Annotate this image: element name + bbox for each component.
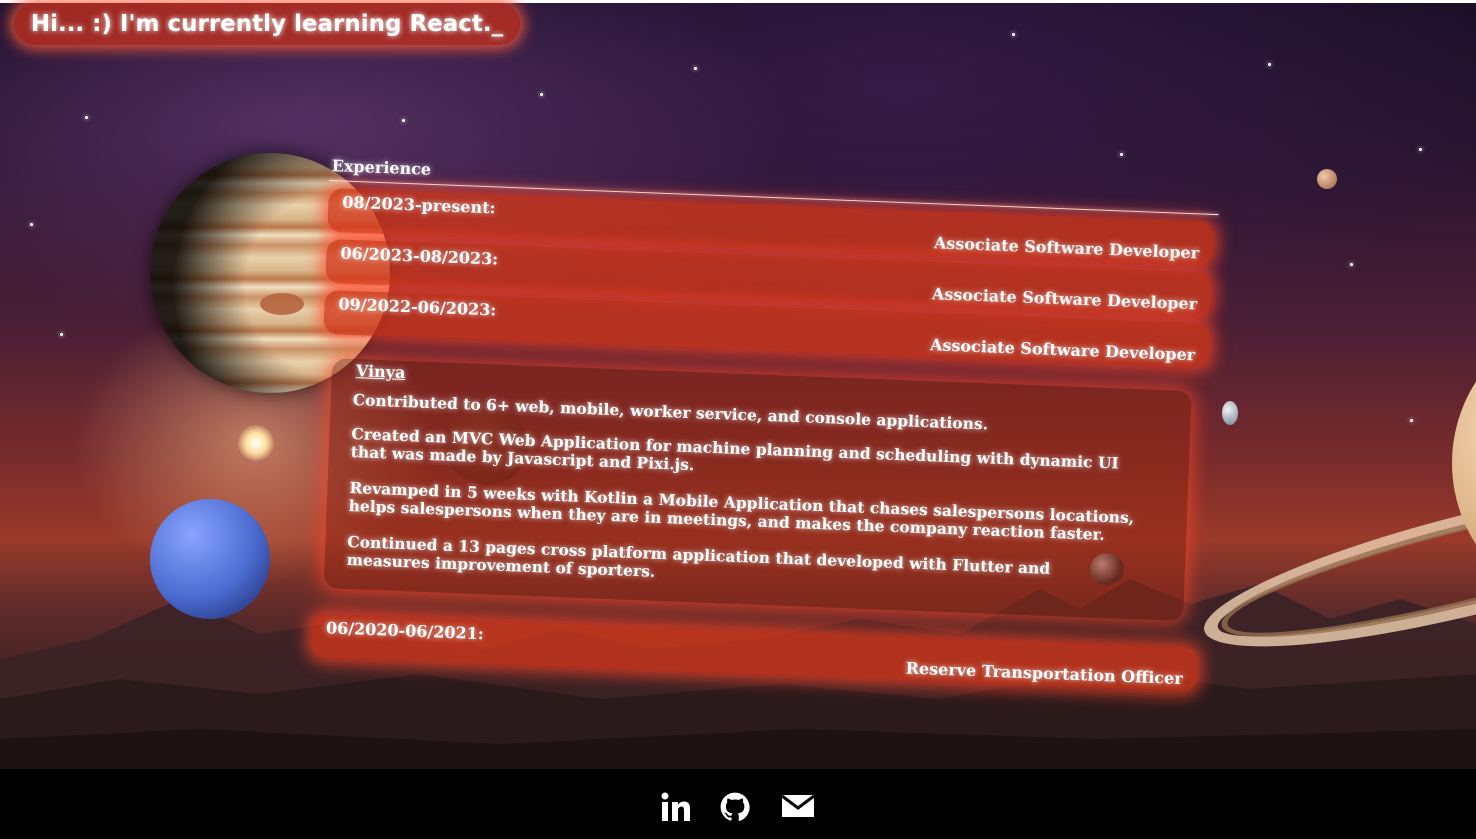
- star: [540, 93, 543, 96]
- distant-sun: [238, 425, 274, 461]
- small-moon: [1317, 169, 1337, 189]
- star: [694, 67, 697, 70]
- star: [1268, 63, 1271, 66]
- job-role: Associate Software Developer: [931, 284, 1198, 314]
- job-date: 09/2022-06/2023:: [338, 294, 497, 320]
- experience-section: Experience 08/2023-present: Associate So…: [310, 156, 1219, 714]
- job-role: Associate Software Developer: [929, 335, 1196, 365]
- company-link[interactable]: Vinya: [356, 361, 406, 382]
- linkedin-icon[interactable]: [660, 791, 692, 823]
- great-red-spot: [260, 293, 304, 315]
- job-role: Reserve Transportation Officer: [905, 658, 1184, 689]
- mail-icon[interactable]: [780, 791, 816, 821]
- neptune-planet: [150, 499, 270, 619]
- star: [60, 333, 63, 336]
- star: [30, 223, 33, 226]
- small-moon: [1222, 401, 1238, 425]
- job-date: 06/2023-08/2023:: [340, 243, 499, 269]
- job-entry[interactable]: 06/2020-06/2021: Reserve Transportation …: [310, 613, 1198, 692]
- star: [1410, 419, 1413, 422]
- job-date: 06/2020-06/2021:: [325, 618, 485, 644]
- star: [1120, 153, 1123, 156]
- github-icon[interactable]: [720, 791, 750, 823]
- job-date: 08/2023-present:: [342, 192, 496, 218]
- star: [1012, 33, 1015, 36]
- star: [85, 116, 88, 119]
- greeting-banner: Hi... :) I'm currently learning React._: [14, 3, 520, 45]
- footer: [0, 769, 1476, 839]
- star: [402, 119, 405, 122]
- job-role: Associate Software Developer: [933, 233, 1200, 263]
- detail-item: Revamped in 5 weeks with Kotlin a Mobile…: [348, 477, 1135, 545]
- star: [1350, 263, 1353, 266]
- detail-item: Created an MVC Web Application for machi…: [350, 424, 1120, 475]
- job-details: Vinya Contributed to 6+ web, mobile, wor…: [323, 358, 1192, 622]
- star: [1419, 148, 1422, 151]
- experience-title: Experience: [331, 156, 432, 179]
- detail-item: Continued a 13 pages cross platform appl…: [346, 531, 1051, 581]
